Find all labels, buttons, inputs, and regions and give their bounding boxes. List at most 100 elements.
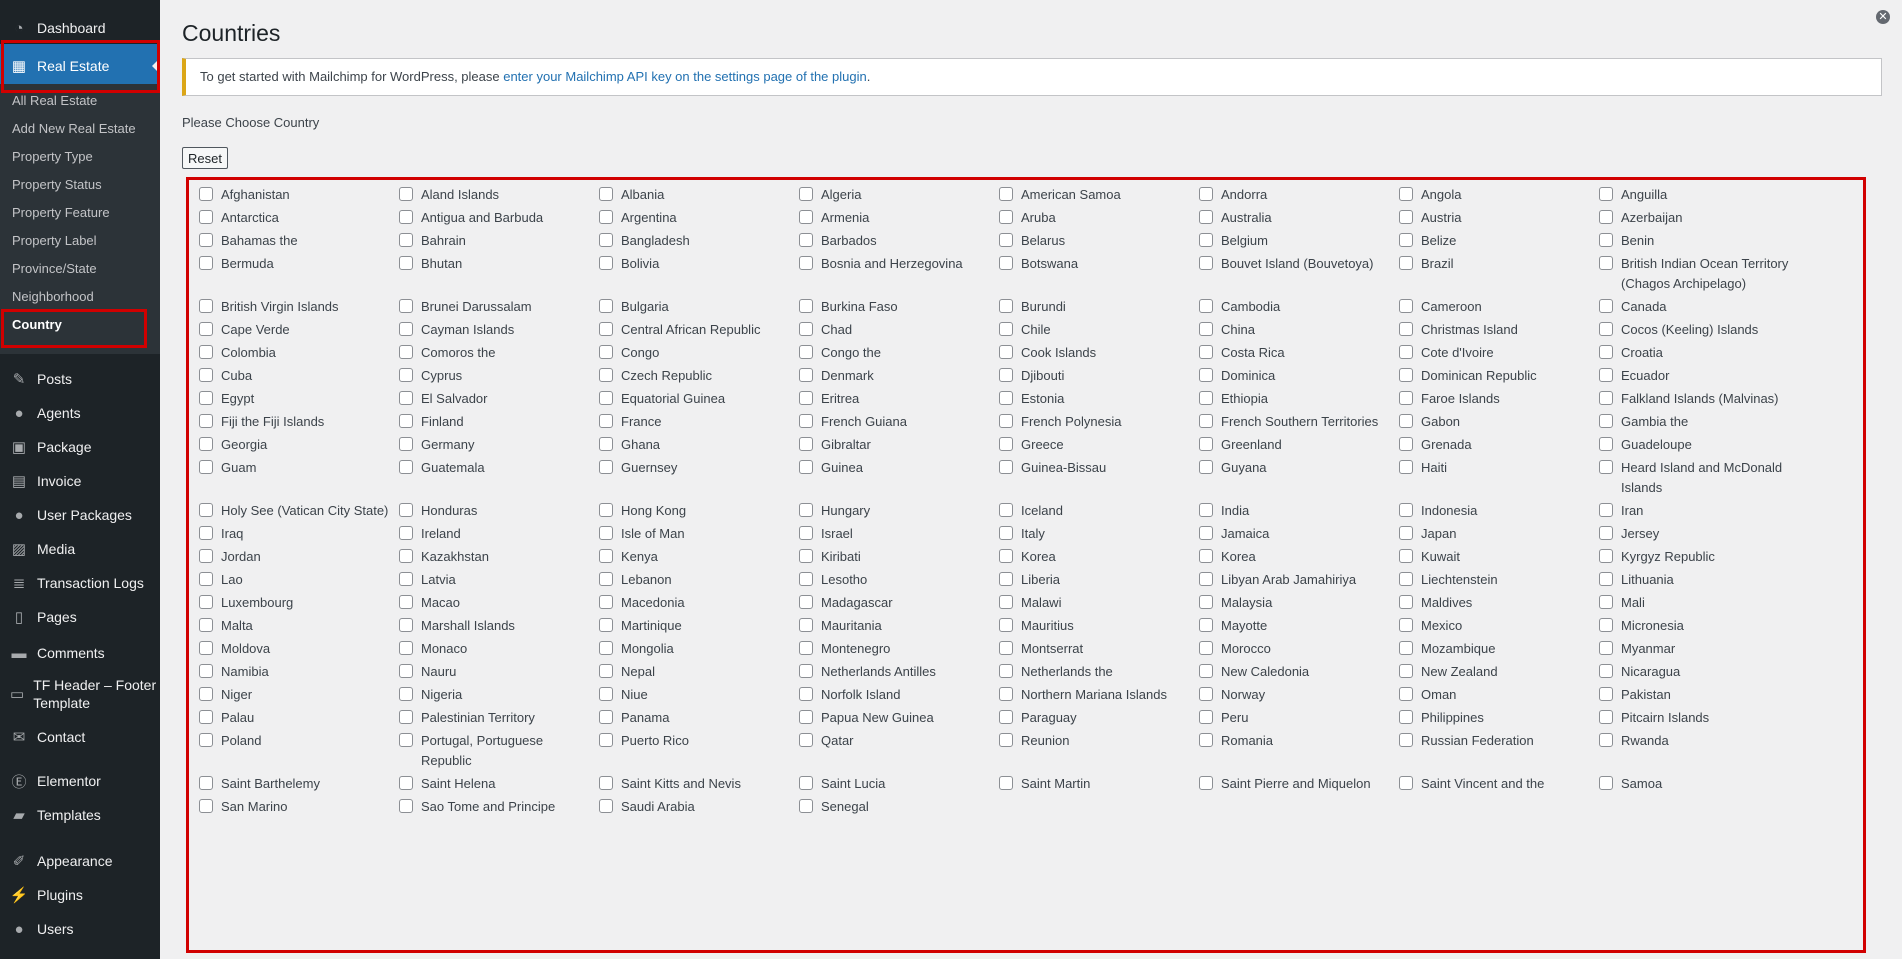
- country-checkbox[interactable]: [799, 460, 813, 474]
- country-option[interactable]: Antigua and Barbuda: [399, 208, 599, 228]
- country-checkbox[interactable]: [1399, 526, 1413, 540]
- country-checkbox[interactable]: [1599, 368, 1613, 382]
- country-option[interactable]: Georgia: [199, 435, 399, 455]
- sidebar-item-templates[interactable]: ▰ Templates: [0, 802, 160, 828]
- country-checkbox[interactable]: [399, 710, 413, 724]
- sidebar-item-contact[interactable]: ✉ Contact: [0, 724, 160, 750]
- country-option[interactable]: Holy See (Vatican City State): [199, 501, 399, 521]
- country-checkbox[interactable]: [799, 664, 813, 678]
- country-option[interactable]: Martinique: [599, 616, 799, 636]
- country-checkbox[interactable]: [1399, 641, 1413, 655]
- country-option[interactable]: Guinea: [799, 458, 999, 498]
- country-option[interactable]: Haiti: [1399, 458, 1599, 498]
- country-checkbox[interactable]: [999, 595, 1013, 609]
- country-checkbox[interactable]: [1599, 776, 1613, 790]
- country-checkbox[interactable]: [1599, 664, 1613, 678]
- country-option[interactable]: Nepal: [599, 662, 799, 682]
- country-option[interactable]: Equatorial Guinea: [599, 389, 799, 409]
- country-option[interactable]: Nicaragua: [1599, 662, 1799, 682]
- country-option[interactable]: Palau: [199, 708, 399, 728]
- country-option[interactable]: Russian Federation: [1399, 731, 1599, 771]
- country-checkbox[interactable]: [599, 664, 613, 678]
- sidebar-item-plugins[interactable]: ⚡ Plugins: [0, 882, 160, 908]
- country-checkbox[interactable]: [199, 437, 213, 451]
- country-checkbox[interactable]: [399, 776, 413, 790]
- country-checkbox[interactable]: [999, 503, 1013, 517]
- country-option[interactable]: Micronesia: [1599, 616, 1799, 636]
- sidebar-item-pages[interactable]: ▯ Pages: [0, 604, 160, 630]
- country-checkbox[interactable]: [799, 299, 813, 313]
- country-option[interactable]: Algeria: [799, 185, 999, 205]
- country-option[interactable]: Aruba: [999, 208, 1199, 228]
- sidebar-item-appearance[interactable]: ✐ Appearance: [0, 848, 160, 874]
- country-option[interactable]: Cameroon: [1399, 297, 1599, 317]
- sidebar-item-agents[interactable]: ● Agents: [0, 400, 160, 426]
- country-option[interactable]: Rwanda: [1599, 731, 1799, 771]
- country-option[interactable]: Belarus: [999, 231, 1199, 251]
- country-checkbox[interactable]: [1199, 233, 1213, 247]
- country-option[interactable]: Lao: [199, 570, 399, 590]
- country-option[interactable]: French Southern Territories: [1199, 412, 1399, 432]
- country-checkbox[interactable]: [199, 618, 213, 632]
- country-checkbox[interactable]: [1599, 345, 1613, 359]
- reset-button[interactable]: Reset: [182, 147, 228, 169]
- country-checkbox[interactable]: [599, 776, 613, 790]
- country-checkbox[interactable]: [1399, 595, 1413, 609]
- country-option[interactable]: Antarctica: [199, 208, 399, 228]
- country-checkbox[interactable]: [799, 710, 813, 724]
- submenu-item-property-type[interactable]: Property Type: [12, 149, 93, 164]
- country-option[interactable]: Honduras: [399, 501, 599, 521]
- country-checkbox[interactable]: [999, 368, 1013, 382]
- country-checkbox[interactable]: [1199, 391, 1213, 405]
- country-option[interactable]: Cambodia: [1199, 297, 1399, 317]
- country-option[interactable]: Latvia: [399, 570, 599, 590]
- country-option[interactable]: Jamaica: [1199, 524, 1399, 544]
- country-checkbox[interactable]: [599, 210, 613, 224]
- country-option[interactable]: Puerto Rico: [599, 731, 799, 771]
- country-checkbox[interactable]: [199, 322, 213, 336]
- country-checkbox[interactable]: [399, 437, 413, 451]
- country-option[interactable]: Bahrain: [399, 231, 599, 251]
- country-option[interactable]: Cape Verde: [199, 320, 399, 340]
- country-checkbox[interactable]: [999, 187, 1013, 201]
- country-option[interactable]: Chad: [799, 320, 999, 340]
- country-checkbox[interactable]: [1199, 414, 1213, 428]
- country-checkbox[interactable]: [1399, 618, 1413, 632]
- sidebar-item-elementor[interactable]: Ⓔ Elementor: [0, 768, 160, 794]
- country-option[interactable]: Cook Islands: [999, 343, 1199, 363]
- country-checkbox[interactable]: [799, 733, 813, 747]
- country-checkbox[interactable]: [799, 256, 813, 270]
- country-option[interactable]: Niue: [599, 685, 799, 705]
- country-checkbox[interactable]: [599, 641, 613, 655]
- country-option[interactable]: Cyprus: [399, 366, 599, 386]
- country-option[interactable]: Croatia: [1599, 343, 1799, 363]
- country-checkbox[interactable]: [599, 233, 613, 247]
- country-option[interactable]: Grenada: [1399, 435, 1599, 455]
- country-checkbox[interactable]: [1399, 733, 1413, 747]
- country-option[interactable]: Iran: [1599, 501, 1799, 521]
- country-option[interactable]: Myanmar: [1599, 639, 1799, 659]
- country-option[interactable]: Norfolk Island: [799, 685, 999, 705]
- country-checkbox[interactable]: [1399, 549, 1413, 563]
- country-option[interactable]: Barbados: [799, 231, 999, 251]
- country-checkbox[interactable]: [199, 526, 213, 540]
- country-checkbox[interactable]: [399, 368, 413, 382]
- country-checkbox[interactable]: [1199, 210, 1213, 224]
- country-option[interactable]: Isle of Man: [599, 524, 799, 544]
- country-option[interactable]: French Guiana: [799, 412, 999, 432]
- country-checkbox[interactable]: [1599, 687, 1613, 701]
- country-option[interactable]: Costa Rica: [1199, 343, 1399, 363]
- country-option[interactable]: Reunion: [999, 731, 1199, 771]
- country-checkbox[interactable]: [599, 526, 613, 540]
- country-option[interactable]: Sao Tome and Principe: [399, 797, 599, 817]
- country-option[interactable]: Denmark: [799, 366, 999, 386]
- country-checkbox[interactable]: [799, 187, 813, 201]
- country-option[interactable]: Nigeria: [399, 685, 599, 705]
- submenu-item-property-label[interactable]: Property Label: [12, 233, 97, 248]
- country-checkbox[interactable]: [999, 549, 1013, 563]
- country-option[interactable]: Saint Barthelemy: [199, 774, 399, 794]
- country-checkbox[interactable]: [999, 233, 1013, 247]
- country-option[interactable]: Montserrat: [999, 639, 1199, 659]
- country-checkbox[interactable]: [599, 710, 613, 724]
- country-checkbox[interactable]: [199, 664, 213, 678]
